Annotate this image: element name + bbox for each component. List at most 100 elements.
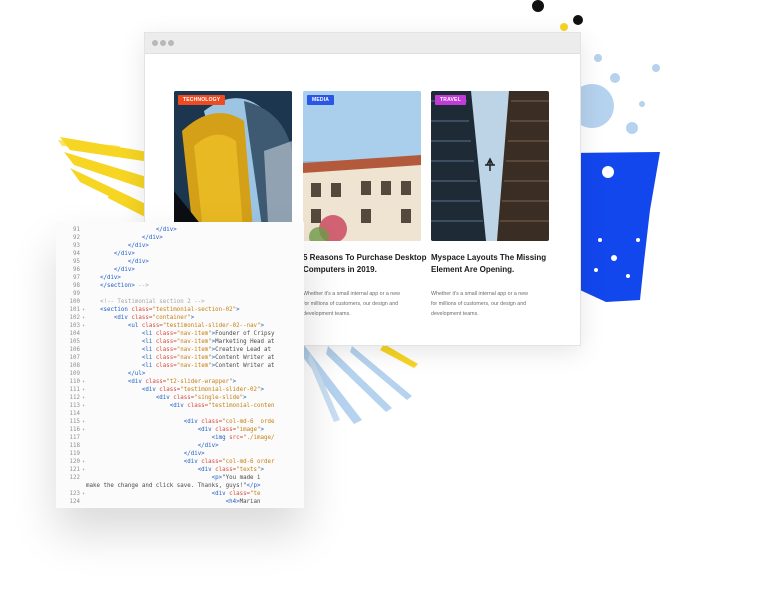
card-description-line: for millions of customers, our design an… — [431, 301, 527, 307]
building-photo — [303, 91, 421, 241]
code-text[interactable]: </div> — [86, 258, 149, 266]
fold-arrow-icon[interactable]: ▾ — [82, 394, 85, 402]
fold-arrow-icon[interactable]: ▾ — [82, 314, 85, 322]
line-number: 109 — [69, 371, 80, 377]
code-text[interactable]: </div> — [86, 250, 135, 258]
line-number: 105 — [69, 339, 80, 345]
blog-card-media[interactable]: MEDIA 5 Reasons To Purchase Desktop Comp… — [303, 91, 426, 319]
fold-arrow-icon[interactable]: ▾ — [82, 490, 85, 498]
code-text[interactable]: </div> — [86, 234, 163, 242]
line-number: 103 — [69, 323, 80, 329]
line-number: 104 — [69, 331, 80, 337]
line-number: 94 — [73, 251, 80, 257]
code-text[interactable]: <h4>Marian — [86, 498, 261, 506]
fold-arrow-icon[interactable]: ▾ — [82, 458, 85, 466]
code-text[interactable]: <div class="col-md-6 order — [86, 458, 275, 466]
line-number: 107 — [69, 355, 80, 361]
line-number: 123 — [69, 491, 80, 497]
line-number: 120 — [69, 459, 80, 465]
code-text[interactable]: <ul class="testimonial-slider-02--nav"> — [86, 322, 264, 330]
category-badge[interactable]: TRAVEL — [435, 95, 466, 105]
category-badge[interactable]: MEDIA — [307, 95, 335, 105]
line-number: 102 — [69, 315, 80, 321]
line-number: 114 — [69, 411, 80, 417]
line-number: 95 — [73, 259, 80, 265]
fold-arrow-icon[interactable]: ▾ — [82, 466, 85, 474]
fold-arrow-icon[interactable]: ▾ — [82, 402, 85, 410]
card-image[interactable]: MEDIA — [303, 91, 421, 241]
line-number: 98 — [73, 283, 80, 289]
fold-arrow-icon[interactable]: ▾ — [82, 378, 85, 386]
line-number: 100 — [69, 299, 80, 305]
code-text[interactable]: <p>"You made i — [86, 474, 261, 482]
card-title-line[interactable]: Myspace Layouts The Missing — [431, 252, 549, 264]
code-text[interactable]: <li class="nav-item">Creative Lead at — [86, 346, 271, 354]
line-number: 108 — [69, 363, 80, 369]
code-text[interactable]: <div class="col-md-6 orde — [86, 418, 275, 426]
code-text[interactable]: <li class="nav-item">Content Writer at — [86, 362, 275, 370]
fold-arrow-icon[interactable]: ▾ — [82, 386, 85, 394]
code-text[interactable]: <img src="./image/ — [86, 434, 275, 442]
code-text[interactable]: <div class="image"> — [86, 426, 264, 434]
code-text[interactable]: </div> — [86, 442, 219, 450]
code-text[interactable]: </div> — [86, 450, 205, 458]
code-text[interactable]: <div class="te — [86, 490, 261, 498]
code-editor[interactable]: 91 </div> 92 </div> 93 </div> 94 </div> 95 <… — [56, 222, 304, 508]
card-title[interactable]: Myspace Layouts The Missing Element Are … — [431, 252, 549, 276]
code-text[interactable]: <!-- Testimonial section 2 --> — [86, 298, 205, 306]
line-number: 99 — [73, 291, 80, 297]
line-number: 97 — [73, 275, 80, 281]
code-text[interactable]: make the change and click save. Thanks, … — [86, 482, 261, 490]
category-badge[interactable]: TECHNOLOGY — [178, 95, 226, 105]
line-number: 117 — [69, 435, 80, 441]
line-number: 110 — [69, 379, 80, 385]
window-dot-icon — [152, 40, 158, 46]
code-text[interactable]: <div class="testimonial-slider-02"> — [86, 386, 264, 394]
code-text[interactable]: <div class="single-slide"> — [86, 394, 247, 402]
card-description: Whether it's a small internal app or a n… — [431, 289, 549, 319]
window-dot-icon — [160, 40, 166, 46]
line-number: 124 — [69, 499, 80, 505]
card-description-line: development teams. — [303, 311, 351, 317]
code-text[interactable]: <div class="testimonial-conten — [86, 402, 275, 410]
line-number: 113 — [69, 403, 80, 409]
line-number: 101 — [69, 307, 80, 313]
line-number: 122 — [69, 475, 80, 481]
blog-card-technology[interactable]: TECHNOLOGY — [174, 91, 292, 241]
fold-arrow-icon[interactable]: ▾ — [82, 418, 85, 426]
code-text[interactable]: <li class="nav-item">Founder of Cripsy — [86, 330, 275, 338]
code-text[interactable]: </div> — [86, 226, 177, 234]
code-text[interactable]: </div> — [86, 266, 135, 274]
code-text[interactable]: <li class="nav-item">Content Writer at — [86, 354, 275, 362]
code-text[interactable]: <div class="texts"> — [86, 466, 264, 474]
card-description-line: for millions of customers, our design an… — [303, 301, 399, 307]
code-text[interactable]: <div class="container"> — [86, 314, 194, 322]
card-description: Whether it's a small internal app or a n… — [303, 289, 421, 319]
skyscraper-photo — [431, 91, 549, 241]
fold-arrow-icon[interactable]: ▾ — [82, 306, 85, 314]
line-number: 111 — [69, 387, 80, 393]
window-dot-icon — [168, 40, 174, 46]
code-text[interactable]: <li class="nav-item">Marketing Head at — [86, 338, 275, 346]
card-description-line: Whether it's a small internal app or a n… — [431, 291, 528, 297]
code-text[interactable]: </ul> — [86, 370, 145, 378]
code-text[interactable]: </section> --> — [86, 282, 149, 290]
card-title[interactable]: 5 Reasons To Purchase Desktop Computers … — [303, 252, 426, 276]
line-number: 93 — [73, 243, 80, 249]
fold-arrow-icon[interactable]: ▾ — [82, 426, 85, 434]
card-image[interactable]: TRAVEL — [431, 91, 549, 241]
card-description-line: development teams. — [431, 311, 479, 317]
line-number: 96 — [73, 267, 80, 273]
line-number: 116 — [69, 427, 80, 433]
card-title-line[interactable]: Element Are Opening. — [431, 264, 549, 276]
code-text[interactable]: <section class="testimonial-section-02"> — [86, 306, 240, 314]
fold-arrow-icon[interactable]: ▾ — [82, 322, 85, 330]
code-text[interactable]: </div> — [86, 242, 149, 250]
card-title-line[interactable]: 5 Reasons To Purchase Desktop — [303, 252, 426, 264]
blog-card-travel[interactable]: TRAVEL Myspace Layouts The Missing Eleme… — [431, 91, 549, 319]
code-text[interactable]: </div> — [86, 274, 121, 282]
card-title-line[interactable]: Computers in 2019. — [303, 264, 421, 276]
card-image[interactable]: TECHNOLOGY — [174, 91, 292, 241]
architecture-photo — [174, 91, 292, 241]
code-text[interactable]: <div class="t2-slider-wrapper"> — [86, 378, 236, 386]
